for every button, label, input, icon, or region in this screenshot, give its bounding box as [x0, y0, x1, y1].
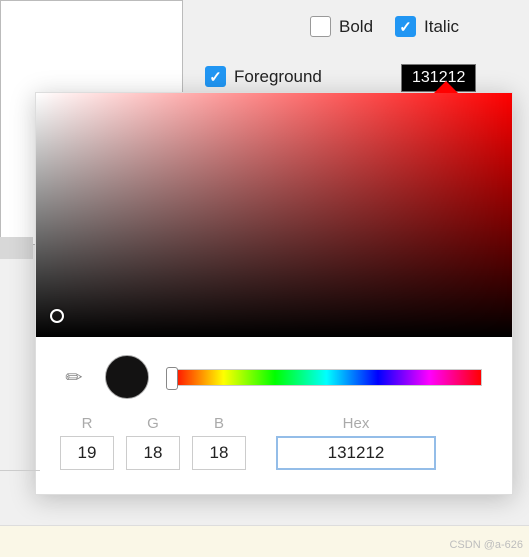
- bold-option[interactable]: Bold: [310, 16, 373, 37]
- hue-slider[interactable]: [171, 369, 482, 386]
- hex-label: Hex: [343, 415, 370, 432]
- watermark-text: CSDN @a-626: [449, 539, 523, 551]
- hue-thumb[interactable]: [166, 367, 178, 390]
- g-input[interactable]: [126, 436, 180, 470]
- picker-mid-row: ✎: [36, 337, 512, 409]
- color-inputs-row: R G B Hex: [36, 409, 512, 494]
- sv-cursor[interactable]: [50, 309, 64, 323]
- foreground-checkbox[interactable]: [205, 66, 226, 87]
- divider: [0, 470, 40, 471]
- hex-field-group: Hex: [276, 415, 436, 470]
- foreground-label: Foreground: [234, 67, 322, 87]
- color-picker-popover: ✎ R G B Hex: [35, 92, 513, 495]
- foreground-row: Foreground: [205, 66, 322, 87]
- bold-label: Bold: [339, 17, 373, 37]
- highlighted-row: [0, 237, 33, 259]
- b-field-group: B: [192, 415, 246, 470]
- hex-input[interactable]: [276, 436, 436, 470]
- text-style-options: Bold Italic: [310, 16, 459, 37]
- g-label: G: [147, 415, 159, 432]
- r-input[interactable]: [60, 436, 114, 470]
- color-swatch: [105, 355, 149, 399]
- italic-label: Italic: [424, 17, 459, 37]
- foreground-option[interactable]: Foreground: [205, 66, 322, 87]
- b-input[interactable]: [192, 436, 246, 470]
- b-label: B: [214, 415, 224, 432]
- italic-checkbox[interactable]: [395, 16, 416, 37]
- italic-option[interactable]: Italic: [395, 16, 459, 37]
- saturation-value-area[interactable]: [36, 93, 512, 337]
- bold-checkbox[interactable]: [310, 16, 331, 37]
- r-label: R: [82, 415, 93, 432]
- eyedropper-icon[interactable]: ✎: [60, 362, 90, 392]
- r-field-group: R: [60, 415, 114, 470]
- g-field-group: G: [126, 415, 180, 470]
